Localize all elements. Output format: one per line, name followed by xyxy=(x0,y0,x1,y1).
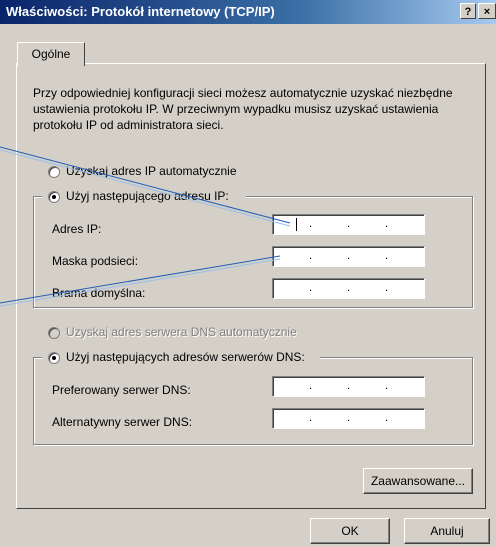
close-button[interactable]: × xyxy=(478,3,496,19)
text-caret xyxy=(296,218,297,231)
dns-auto-radio[interactable] xyxy=(48,327,60,339)
dns-manual-radio[interactable] xyxy=(48,352,60,364)
default-gateway-field[interactable]: . . . xyxy=(272,278,425,299)
ip-manual-label[interactable]: Użyj następującego adresu IP: xyxy=(66,189,229,203)
ip-address-field[interactable]: . . . xyxy=(272,214,425,235)
ip-manual-radio[interactable] xyxy=(48,191,60,203)
alternate-dns-field[interactable]: . . . xyxy=(272,408,425,429)
subnet-mask-field[interactable]: . . . xyxy=(272,246,425,267)
ip-address-label: Adres IP: xyxy=(52,222,102,236)
help-button[interactable]: ? xyxy=(460,3,476,19)
ip-auto-label[interactable]: Uzyskaj adres IP automatycznie xyxy=(66,164,237,178)
ok-button[interactable]: OK xyxy=(310,518,390,544)
alternate-dns-label: Alternatywny serwer DNS: xyxy=(52,415,193,429)
dns-group-box xyxy=(33,357,473,445)
preferred-dns-label: Preferowany serwer DNS: xyxy=(52,383,191,397)
default-gateway-label: Brama domyślna: xyxy=(52,286,146,300)
preferred-dns-field[interactable]: . . . xyxy=(272,376,425,397)
tab-general[interactable]: Ogólne xyxy=(17,42,85,66)
title-bar: Właściwości: Protokół internetowy (TCP/I… xyxy=(0,0,496,24)
cancel-button[interactable]: Anuluj xyxy=(404,518,490,544)
dns-manual-label[interactable]: Użyj następujących adresów serwerów DNS: xyxy=(66,350,305,364)
advanced-button[interactable]: Zaawansowane... xyxy=(363,468,473,494)
ip-auto-radio[interactable] xyxy=(48,166,60,178)
description-text: Przy odpowiedniej konfiguracji sieci moż… xyxy=(33,86,453,132)
window-title: Właściwości: Protokół internetowy (TCP/I… xyxy=(6,4,275,19)
dns-auto-label[interactable]: Uzyskaj adres serwera DNS automatycznie xyxy=(66,325,297,339)
subnet-mask-label: Maska podsieci: xyxy=(52,254,139,268)
